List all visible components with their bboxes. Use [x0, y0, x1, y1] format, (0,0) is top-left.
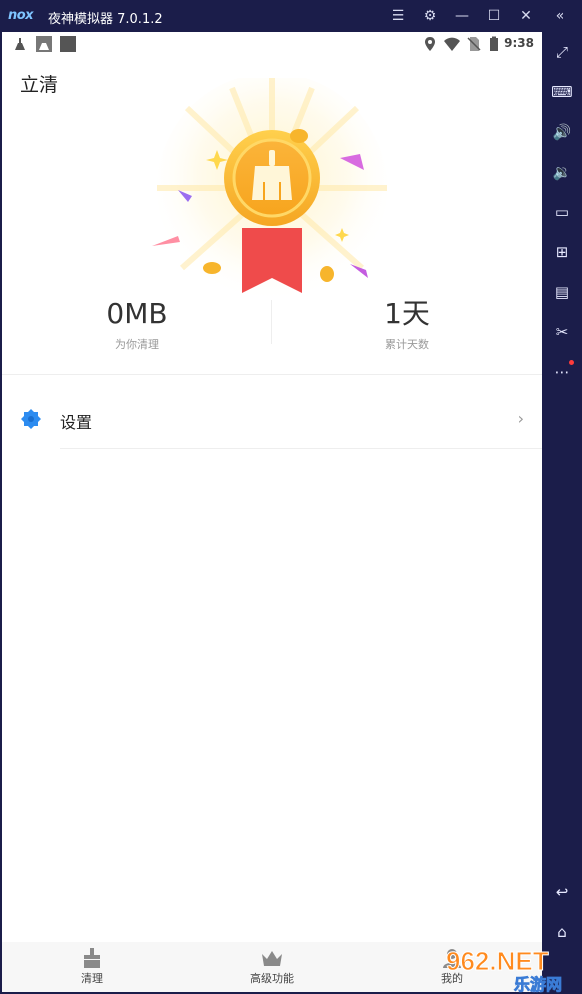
nav-advanced-label: 高级功能	[250, 972, 294, 985]
square-notification-icon	[60, 36, 76, 52]
broom-nav-icon	[84, 948, 100, 968]
volume-up-icon[interactable]: 🔊	[550, 120, 574, 144]
android-status-bar: 9:38	[2, 32, 542, 56]
medal-illustration	[152, 78, 387, 303]
coin	[320, 266, 334, 282]
volume-down-icon[interactable]: 🔉	[550, 160, 574, 184]
stats-panel: 0MB 为你清理 1天 累计天数	[2, 294, 542, 374]
nox-logo: nox	[8, 8, 34, 23]
cleaner-notification-icon	[15, 38, 25, 50]
chevron-right-icon: ›	[517, 409, 524, 428]
android-screen: 9:38 立清 0MB 为你清理 1天 累计天数 设置 › 清理 高级功能	[2, 32, 542, 992]
wifi-icon	[444, 37, 460, 51]
gear-icon[interactable]: ⚙	[420, 6, 440, 26]
cleaned-stat: 0MB 为你清理	[2, 294, 272, 352]
window-title: 夜神模拟器 7.0.1.2	[48, 12, 163, 27]
notification-dot	[569, 360, 574, 365]
maximize-icon[interactable]: ☐	[484, 6, 504, 26]
screen-icon[interactable]: ▭	[550, 200, 574, 224]
days-value: 1天	[384, 297, 430, 330]
watermark-logo: 962.NET 乐游网	[446, 946, 563, 994]
multi-instance-icon[interactable]: ▤	[550, 280, 574, 304]
battery-icon	[490, 36, 498, 51]
settings-divider	[60, 448, 542, 449]
collapse-icon[interactable]: «	[550, 6, 570, 26]
back-icon[interactable]: ↩	[550, 880, 574, 904]
keyboard-icon[interactable]: ⌨	[550, 80, 574, 104]
days-label: 累计天数	[385, 338, 429, 351]
no-sim-icon	[467, 37, 481, 51]
menu-icon[interactable]: ☰	[388, 6, 408, 26]
cleaned-value: 0MB	[106, 297, 168, 330]
settings-label: 设置	[60, 413, 93, 432]
cleaner-notification-icon	[36, 36, 52, 52]
fullscreen-icon[interactable]: ⤢	[550, 40, 574, 64]
close-icon[interactable]: ✕	[516, 6, 536, 26]
location-icon	[425, 37, 435, 51]
nav-advanced[interactable]: 高级功能	[182, 948, 362, 986]
emulator-title-bar: nox 夜神模拟器 7.0.1.2 ☰ ⚙ — ☐ ✕ «	[0, 0, 582, 32]
scissors-icon[interactable]: ✂	[550, 320, 574, 344]
coin	[203, 262, 221, 274]
emulator-toolbar: ⤢ ⌨ 🔊 🔉 ▭ ⊞ ▤ ✂ ⋯ ↩ ⌂	[542, 32, 582, 994]
home-icon[interactable]: ⌂	[550, 920, 574, 944]
minimize-icon[interactable]: —	[452, 6, 472, 26]
coin	[290, 129, 308, 143]
cleaned-label: 为你清理	[115, 338, 159, 351]
nav-clean-label: 清理	[81, 972, 103, 985]
crown-icon	[262, 951, 282, 966]
section-divider	[2, 374, 542, 375]
nav-clean[interactable]: 清理	[2, 948, 182, 986]
app-title: 立清	[20, 74, 59, 96]
settings-row[interactable]: 设置 ›	[2, 398, 542, 442]
clock: 9:38	[504, 36, 534, 50]
days-stat: 1天 累计天数	[272, 294, 542, 352]
apk-install-icon[interactable]: ⊞	[550, 240, 574, 264]
watermark-brand: 962.NET	[446, 946, 549, 976]
watermark-sub: 乐游网	[514, 975, 562, 994]
settings-gear-icon	[21, 409, 41, 429]
